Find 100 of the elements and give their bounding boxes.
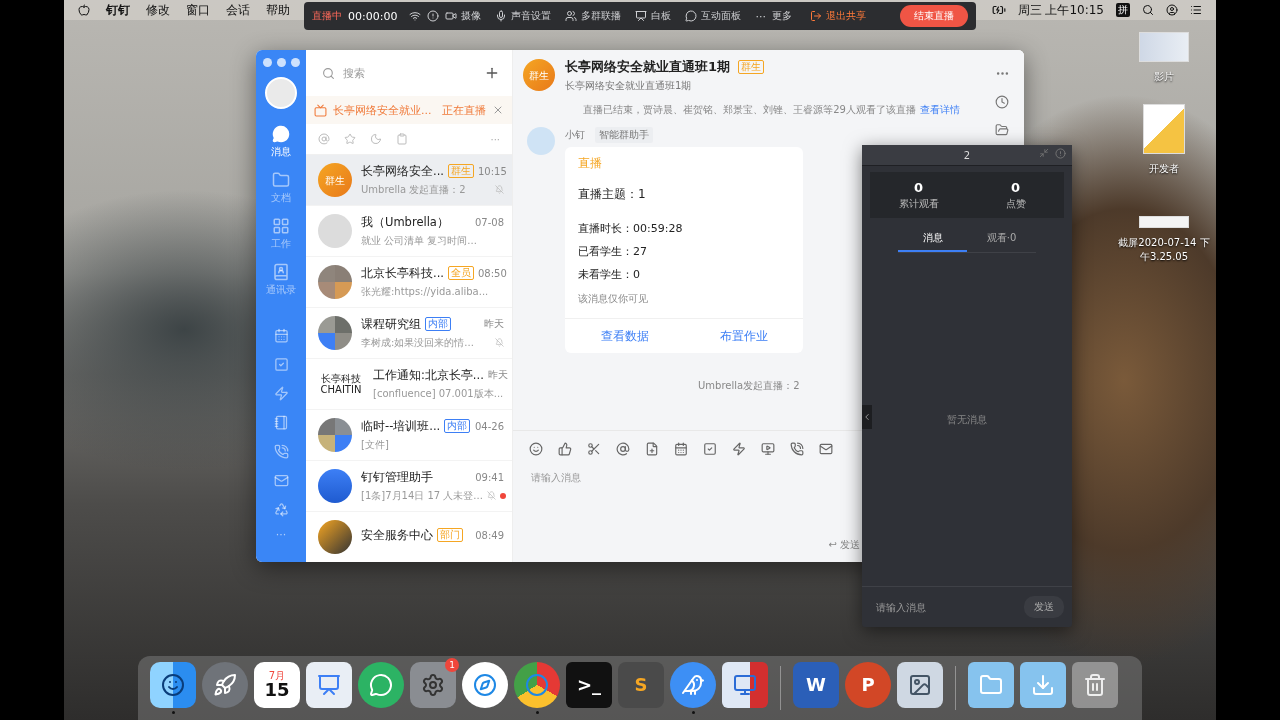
chat-time: 10:15 bbox=[477, 165, 507, 177]
chat-preview: 李树成:如果没回来的情... bbox=[361, 335, 474, 350]
add-icon[interactable] bbox=[484, 65, 500, 81]
sender-name: 小钉 bbox=[565, 128, 585, 142]
send-button[interactable]: ↩ 发送 bbox=[828, 538, 860, 552]
input-method-icon[interactable]: 拼 bbox=[1116, 3, 1130, 17]
calendar-icon[interactable]: 7月 15 bbox=[254, 662, 300, 708]
terminal-icon[interactable]: >_ bbox=[566, 662, 612, 708]
list-icon[interactable] bbox=[1190, 4, 1202, 16]
close-icon[interactable] bbox=[492, 104, 504, 116]
emoji-icon[interactable] bbox=[529, 442, 543, 456]
card-action-button[interactable]: 布置作业 bbox=[684, 319, 803, 353]
gear-icon[interactable] bbox=[410, 662, 456, 708]
photo-viewer-icon[interactable] bbox=[897, 662, 943, 708]
stat-value: 0 bbox=[913, 179, 923, 195]
calendar-icon[interactable] bbox=[674, 442, 688, 456]
toolbar-button[interactable]: 多群联播 bbox=[565, 9, 622, 23]
avatar bbox=[318, 316, 352, 350]
desktop-icon-label[interactable]: 截屏2020-07-14 下午3.25.05 bbox=[1116, 236, 1212, 264]
stat-label: 累计观看 bbox=[898, 196, 939, 211]
chat-time: 昨天 bbox=[487, 368, 508, 382]
clock[interactable]: 周三 上午10:15 bbox=[1017, 1, 1104, 19]
panel-tab[interactable]: 消息 bbox=[898, 226, 967, 252]
video-thumbnail[interactable] bbox=[1139, 32, 1189, 62]
battery-icon[interactable] bbox=[991, 3, 1006, 17]
exit-share-button[interactable]: 退出共享 bbox=[809, 9, 866, 23]
exit-icon bbox=[809, 10, 822, 22]
more-button[interactable]: 更多 bbox=[771, 9, 792, 23]
trash-icon[interactable] bbox=[1072, 662, 1118, 708]
at-sign-icon[interactable] bbox=[616, 442, 630, 456]
notification-badge: 1 bbox=[445, 658, 459, 672]
browser-icon[interactable] bbox=[514, 662, 560, 708]
mail-icon[interactable] bbox=[819, 442, 833, 456]
more-icon[interactable]: ··· bbox=[755, 9, 766, 23]
details-link[interactable]: 查看详情 bbox=[919, 104, 960, 115]
chat-time: 08:49 bbox=[475, 529, 504, 541]
chat-bubble-icon bbox=[685, 10, 698, 22]
user-avatar[interactable] bbox=[265, 77, 297, 109]
bird-icon[interactable] bbox=[670, 662, 716, 708]
chat-bubbles-icon[interactable] bbox=[358, 662, 404, 708]
star-icon[interactable] bbox=[344, 133, 356, 145]
live-timer: 00:00:00 bbox=[348, 9, 398, 23]
bot-avatar bbox=[527, 127, 555, 155]
clipboard-icon[interactable] bbox=[396, 133, 408, 145]
menu-item[interactable]: 窗口 bbox=[186, 1, 210, 19]
video-icon[interactable] bbox=[761, 442, 775, 456]
avatar bbox=[318, 214, 352, 248]
menu-item[interactable]: 修改 bbox=[146, 1, 170, 19]
rocket-icon[interactable] bbox=[202, 662, 248, 708]
toolbar-button[interactable]: 白板 bbox=[635, 9, 672, 23]
file-add-icon[interactable] bbox=[645, 442, 659, 456]
minimize-icon[interactable] bbox=[1039, 148, 1049, 159]
search-field[interactable]: 搜索 bbox=[341, 66, 435, 80]
collapse-button[interactable] bbox=[862, 405, 872, 429]
user-icon[interactable] bbox=[1166, 4, 1178, 16]
system-notice: 直播已结束，贾诗晨、崔贺铭、郑景宝、刘锉、王睿源等29人观看了该直播 查看详情 bbox=[582, 103, 961, 117]
smiling-face-icon[interactable] bbox=[150, 662, 196, 708]
search-icon[interactable] bbox=[1142, 4, 1154, 16]
menu-item[interactable]: 会话 bbox=[226, 1, 250, 19]
avatar bbox=[318, 469, 352, 503]
folder-icon[interactable] bbox=[995, 123, 1009, 137]
desktop-icon-label[interactable]: 开发者 bbox=[1116, 162, 1212, 176]
thumbs-up-icon[interactable] bbox=[558, 442, 572, 456]
sidebar-item[interactable]: 消息 bbox=[271, 121, 291, 163]
app-menu[interactable]: 钉钉 bbox=[106, 1, 130, 19]
card-topic: 直播主题：1 bbox=[578, 186, 647, 203]
wifi-icon[interactable] bbox=[409, 10, 422, 22]
toolbar-button[interactable]: 声音设置 bbox=[495, 9, 552, 23]
screenshot-thumbnail[interactable] bbox=[1139, 216, 1189, 228]
sender-badge: 智能群助手 bbox=[595, 127, 653, 143]
message-input[interactable]: 请输入消息 bbox=[529, 471, 733, 484]
people-icon bbox=[565, 10, 578, 22]
presentation-icon[interactable] bbox=[306, 662, 352, 708]
lightning-icon[interactable] bbox=[732, 442, 746, 456]
chat-list-item[interactable]: 群生 长亭网络安全... 群生 10:15 Umbrella 发起直播：2 bbox=[306, 155, 512, 206]
editor-icon[interactable]: S bbox=[618, 662, 664, 708]
system-event: Umbrella发起直播：2 bbox=[697, 379, 801, 393]
chat-preview: 张光耀:https://yida.aliba... bbox=[361, 284, 489, 299]
chat-name: 长亭网络安全... bbox=[361, 163, 444, 179]
card-action-button[interactable]: 查看数据 bbox=[565, 319, 684, 353]
phone-icon[interactable] bbox=[790, 442, 804, 456]
folder-icon[interactable] bbox=[968, 662, 1014, 708]
apple-icon[interactable] bbox=[78, 4, 90, 16]
checkbox-icon[interactable] bbox=[703, 442, 717, 456]
monitor-icon[interactable] bbox=[722, 662, 768, 708]
slides-icon[interactable]: P bbox=[845, 662, 891, 708]
avatar bbox=[318, 520, 352, 554]
download-folder-icon[interactable] bbox=[1020, 662, 1066, 708]
document-icon[interactable]: W bbox=[793, 662, 839, 708]
scissors-icon[interactable] bbox=[587, 442, 601, 456]
compass-icon[interactable] bbox=[462, 662, 508, 708]
live-status: 直播中 bbox=[312, 9, 342, 23]
clock-icon[interactable] bbox=[995, 95, 1009, 109]
menu-item[interactable]: 帮助 bbox=[266, 1, 290, 19]
panel-tab[interactable]: 观看·0 bbox=[967, 226, 1036, 252]
panel-send-button[interactable]: 发送 bbox=[1024, 596, 1064, 618]
banner-title: 长亭网络安全就业... bbox=[333, 102, 432, 118]
toolbar-button[interactable]: 互动面板 bbox=[685, 9, 742, 23]
panel-input[interactable]: 请输入消息 bbox=[874, 600, 1024, 614]
toolbar-button[interactable]: 摄像 bbox=[445, 9, 482, 23]
